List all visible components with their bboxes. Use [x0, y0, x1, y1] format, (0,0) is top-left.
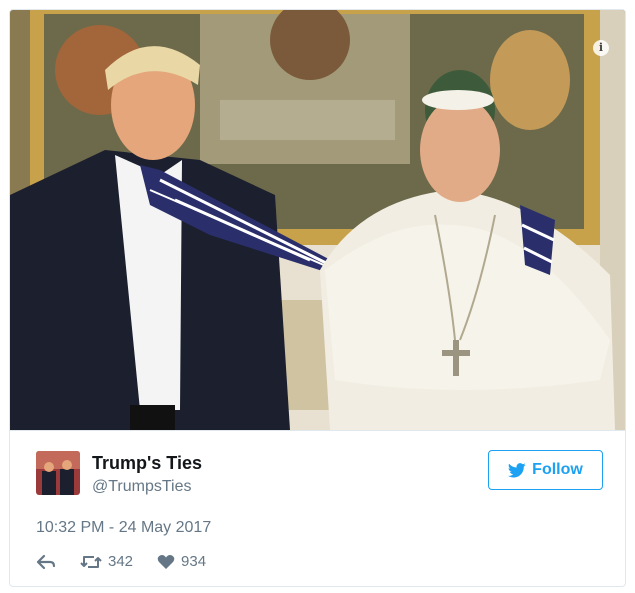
- user-handle[interactable]: @TrumpsTies: [92, 478, 192, 496]
- avatar-image: [36, 451, 80, 495]
- reply-icon: [36, 554, 56, 569]
- follow-label: Follow: [532, 461, 583, 478]
- like-count: 934: [181, 553, 207, 570]
- follow-button[interactable]: Follow: [488, 450, 603, 490]
- photo-illustration: [10, 10, 625, 430]
- twitter-bird-icon: [508, 462, 526, 477]
- retweet-button[interactable]: 342: [80, 553, 133, 570]
- info-icon[interactable]: i: [593, 40, 609, 56]
- tweet-actions: 342 934: [36, 553, 230, 570]
- like-button[interactable]: 934: [157, 553, 206, 570]
- avatar[interactable]: [36, 451, 80, 495]
- tweet-photo[interactable]: i: [10, 10, 625, 430]
- retweet-count: 342: [108, 553, 134, 570]
- retweet-icon: [80, 555, 102, 568]
- tweet-card: i Trump's Ties @TrumpsTies Follow 10:32 …: [9, 9, 626, 587]
- heart-icon: [157, 554, 175, 569]
- tweet-details: Trump's Ties @TrumpsTies Follow 10:32 PM…: [10, 430, 625, 586]
- tweet-timestamp[interactable]: 10:32 PM - 24 May 2017: [36, 519, 211, 537]
- display-name[interactable]: Trump's Ties: [92, 453, 202, 474]
- reply-button[interactable]: [36, 554, 56, 570]
